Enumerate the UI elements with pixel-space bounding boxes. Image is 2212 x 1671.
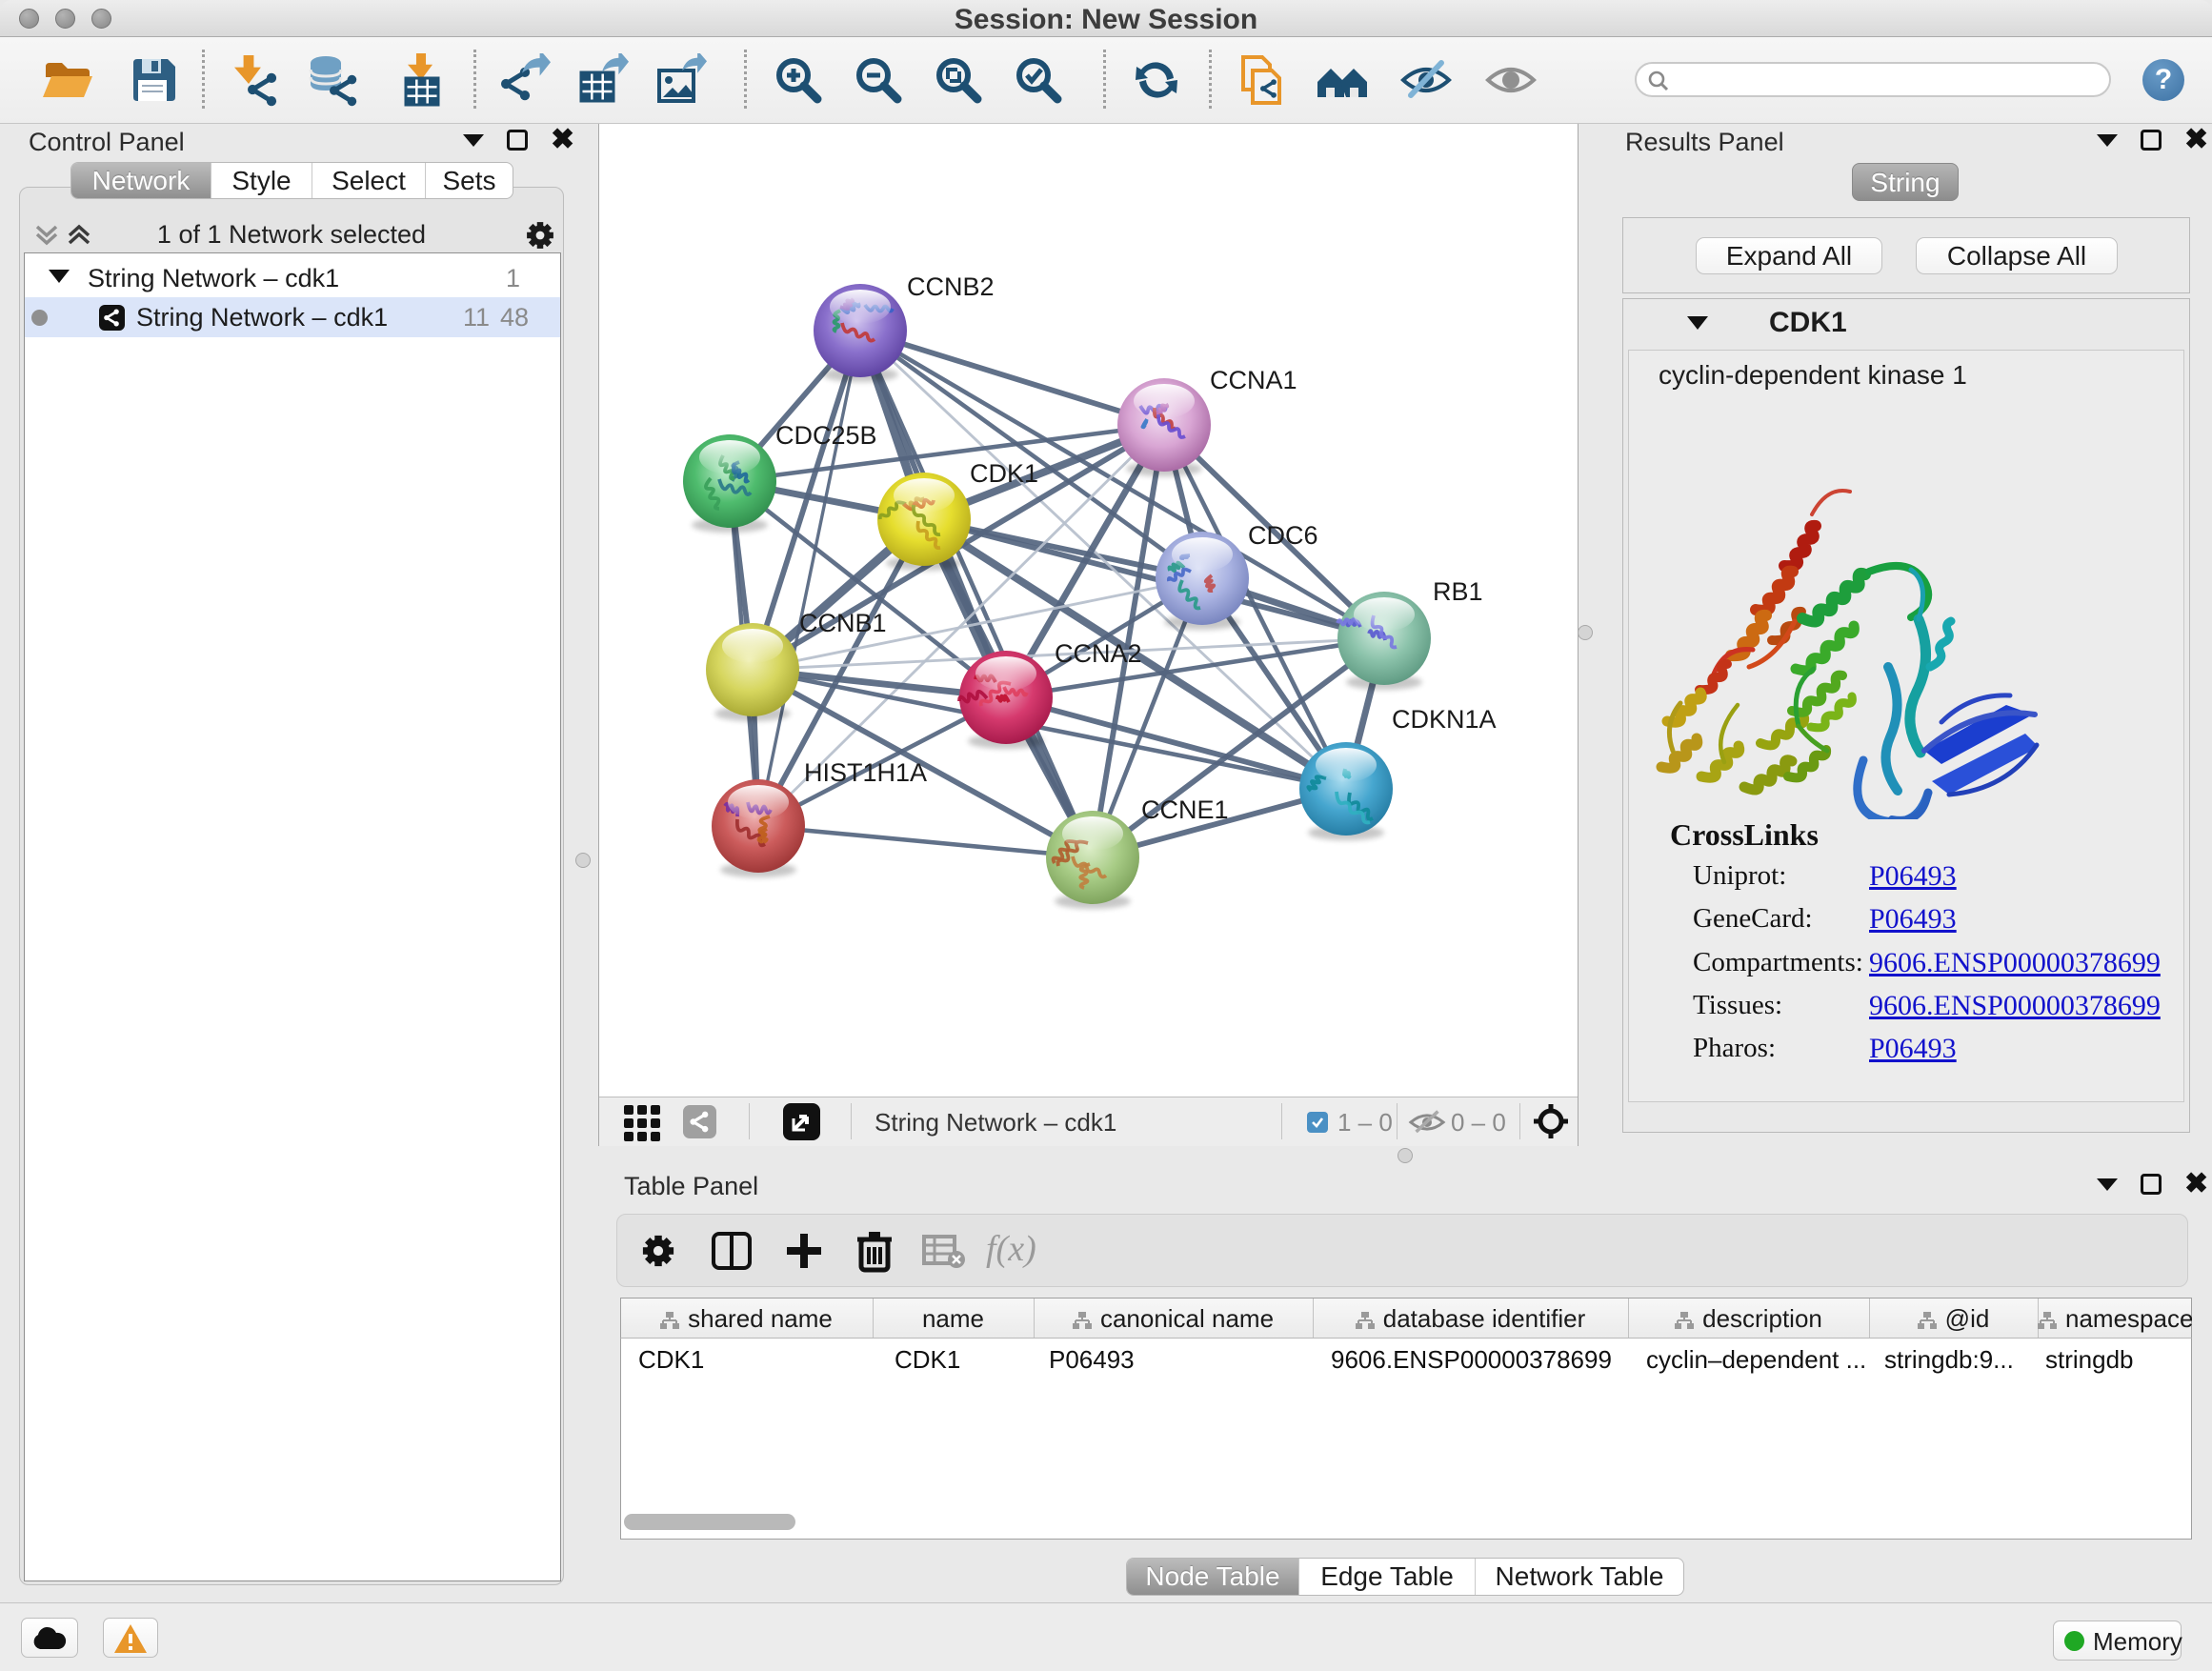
svg-text:CCNA2: CCNA2 [1055, 639, 1142, 668]
svg-text:CCNB2: CCNB2 [907, 272, 995, 301]
svg-text:CCNE1: CCNE1 [1141, 795, 1229, 824]
svg-text:CCNA1: CCNA1 [1210, 366, 1297, 394]
svg-text:CDC6: CDC6 [1248, 521, 1318, 550]
svg-text:CDC25B: CDC25B [775, 421, 877, 450]
svg-text:CCNB1: CCNB1 [799, 609, 887, 637]
svg-text:HIST1H1A: HIST1H1A [804, 758, 927, 787]
svg-text:CDKN1A: CDKN1A [1392, 705, 1497, 734]
svg-text:RB1: RB1 [1433, 577, 1483, 606]
svg-text:CDK1: CDK1 [970, 459, 1038, 488]
